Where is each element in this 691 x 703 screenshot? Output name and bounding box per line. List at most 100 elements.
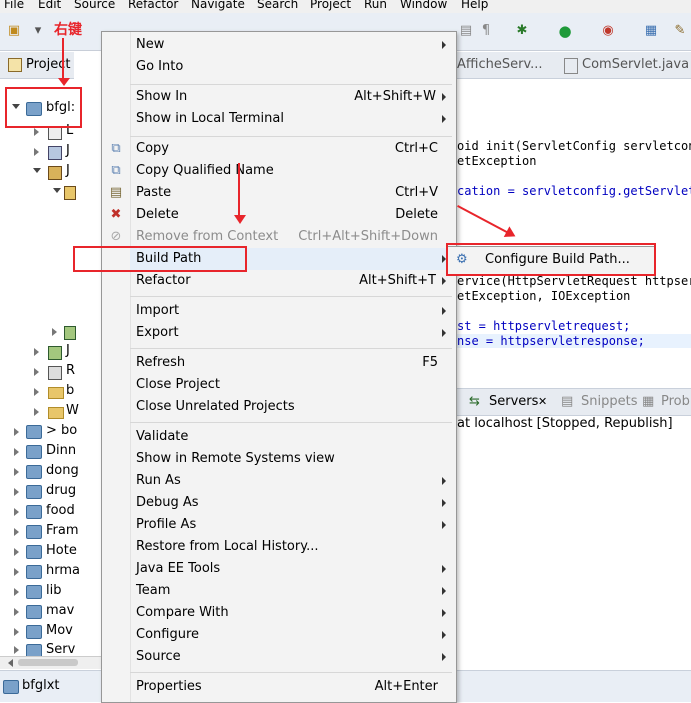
menu-file[interactable]: File xyxy=(4,0,24,11)
expand-icon[interactable] xyxy=(34,148,39,156)
tree-item[interactable]: Hote xyxy=(46,543,77,558)
menu-item-close-project[interactable]: Close Project xyxy=(130,374,456,396)
tree-item[interactable]: mav xyxy=(46,603,74,618)
menu-item-configure[interactable]: Configure xyxy=(130,624,456,646)
expand-icon[interactable] xyxy=(34,128,39,136)
menu-item-source[interactable]: Source xyxy=(130,646,456,668)
tree-item[interactable]: J xyxy=(66,143,70,158)
tree-item[interactable]: Mov xyxy=(46,623,73,638)
expand-icon[interactable] xyxy=(33,168,41,173)
menu-refactor[interactable]: Refactor xyxy=(128,0,178,11)
tab-affiche-servlet[interactable]: AfficheServ... xyxy=(457,57,543,72)
expand-icon[interactable] xyxy=(53,188,61,193)
tree-item[interactable]: > bo xyxy=(46,423,77,438)
expand-icon[interactable] xyxy=(14,528,19,536)
menu-search[interactable]: Search xyxy=(257,0,298,11)
menu-item-go-into[interactable]: Go Into xyxy=(130,56,456,78)
menu-item-shortcut: Ctrl+V xyxy=(395,185,438,200)
menu-item-profile-as[interactable]: Profile As xyxy=(130,514,456,536)
close-icon[interactable]: ✕ xyxy=(538,395,547,408)
submenu-arrow-icon xyxy=(442,477,446,485)
new-server-icon[interactable]: ▦ xyxy=(643,23,659,39)
menu-item-validate[interactable]: Validate xyxy=(130,426,456,448)
menu-edit[interactable]: Edit xyxy=(38,0,61,11)
tree-item[interactable]: R xyxy=(66,363,75,378)
menu-project[interactable]: Project xyxy=(310,0,351,11)
menu-item-new[interactable]: New xyxy=(130,34,456,56)
menu-item-team[interactable]: Team xyxy=(130,580,456,602)
tab-comservlet[interactable]: ComServlet.java xyxy=(582,57,689,72)
scrollbar-thumb[interactable] xyxy=(18,659,78,666)
tree-item[interactable]: W xyxy=(66,403,79,418)
tree-item[interactable]: dong xyxy=(46,463,79,478)
menu-item-refactor[interactable]: Refactor Alt+Shift+T xyxy=(130,270,456,292)
expand-icon[interactable] xyxy=(34,388,39,396)
expand-icon[interactable] xyxy=(14,508,19,516)
tree-item[interactable]: food xyxy=(46,503,75,518)
menu-item-copy-qualified-name[interactable]: ⧉ Copy Qualified Name xyxy=(111,160,456,182)
scroll-left-icon[interactable] xyxy=(8,659,13,667)
menu-item-show-in-remote-systems-view[interactable]: Show in Remote Systems view xyxy=(130,448,456,470)
tab-problems[interactable]: Probl xyxy=(661,394,691,409)
format-icon[interactable]: ▤ xyxy=(458,23,474,39)
menu-item-java-ee-tools[interactable]: Java EE Tools xyxy=(130,558,456,580)
expand-icon[interactable] xyxy=(14,428,19,436)
menu-help[interactable]: Help xyxy=(461,0,488,11)
menu-item-show-in[interactable]: Show In Alt+Shift+W xyxy=(130,86,456,108)
menu-item-copy[interactable]: ⧉ Copy Ctrl+C xyxy=(111,138,456,160)
menu-item-import[interactable]: Import xyxy=(130,300,456,322)
menu-window[interactable]: Window xyxy=(400,0,447,11)
tree-item[interactable]: Fram xyxy=(46,523,79,538)
tree-item[interactable]: b xyxy=(66,383,74,398)
menu-item-refresh[interactable]: Refresh F5 xyxy=(130,352,456,374)
expand-icon[interactable] xyxy=(14,608,19,616)
tree-item[interactable]: Serv xyxy=(46,642,75,657)
server-entry[interactable]: at localhost [Stopped, Republish] xyxy=(457,416,673,431)
expand-icon[interactable] xyxy=(14,468,19,476)
dropdown-icon[interactable]: ▾ xyxy=(30,23,46,39)
tree-item[interactable]: J xyxy=(66,343,70,358)
expand-icon[interactable] xyxy=(14,568,19,576)
expand-icon[interactable] xyxy=(14,488,19,496)
expand-icon[interactable] xyxy=(34,368,39,376)
expand-icon[interactable] xyxy=(14,548,19,556)
submenu-arrow-icon xyxy=(442,587,446,595)
menu-item-label: Validate xyxy=(136,429,189,444)
open-type-icon[interactable]: ✎ xyxy=(672,23,688,39)
new-icon[interactable]: ▣ xyxy=(6,23,22,39)
menu-run[interactable]: Run xyxy=(364,0,387,11)
tree-item[interactable]: J xyxy=(66,163,70,178)
tree-item[interactable]: Dinn xyxy=(46,443,76,458)
menu-item-compare-with[interactable]: Compare With xyxy=(130,602,456,624)
debug-icon[interactable]: ✱ xyxy=(514,23,530,39)
expand-icon[interactable] xyxy=(34,408,39,416)
tree-item[interactable]: drug xyxy=(46,483,76,498)
menu-navigate[interactable]: Navigate xyxy=(191,0,245,11)
menu-separator xyxy=(130,672,452,673)
menu-item-paste[interactable]: ▤ Paste Ctrl+V xyxy=(110,182,456,204)
tab-snippets[interactable]: Snippets xyxy=(581,394,637,409)
expand-icon[interactable] xyxy=(14,448,19,456)
menu-item-properties[interactable]: Properties Alt+Enter xyxy=(130,676,456,698)
run-icon[interactable]: ● xyxy=(557,23,573,39)
expand-icon[interactable] xyxy=(52,328,57,336)
menu-item-close-unrelated-projects[interactable]: Close Unrelated Projects xyxy=(130,396,456,418)
expand-icon[interactable] xyxy=(14,588,19,596)
expand-icon[interactable] xyxy=(14,646,19,654)
toggle-icon[interactable]: ¶ xyxy=(478,23,494,39)
menu-items: New Go Into Show In Alt+Shift+W Show in Loca… xyxy=(110,32,456,702)
tree-item[interactable]: hrma xyxy=(46,563,80,578)
expand-icon[interactable] xyxy=(34,348,39,356)
expand-icon[interactable] xyxy=(14,628,19,636)
menu-item-export[interactable]: Export xyxy=(130,322,456,344)
external-tools-icon[interactable]: ◉ xyxy=(600,23,616,39)
project-icon xyxy=(26,605,42,619)
menu-item-run-as[interactable]: Run As xyxy=(130,470,456,492)
menu-item-show-in-local-terminal[interactable]: Show in Local Terminal xyxy=(130,108,456,130)
menu-source[interactable]: Source xyxy=(74,0,115,11)
menu-item-delete[interactable]: ✖ Delete Delete xyxy=(111,204,456,226)
menu-item-restore-from-local-history[interactable]: Restore from Local History... xyxy=(130,536,456,558)
tab-servers[interactable]: Servers xyxy=(489,394,538,409)
tree-item[interactable]: lib xyxy=(46,583,61,598)
menu-item-debug-as[interactable]: Debug As xyxy=(130,492,456,514)
